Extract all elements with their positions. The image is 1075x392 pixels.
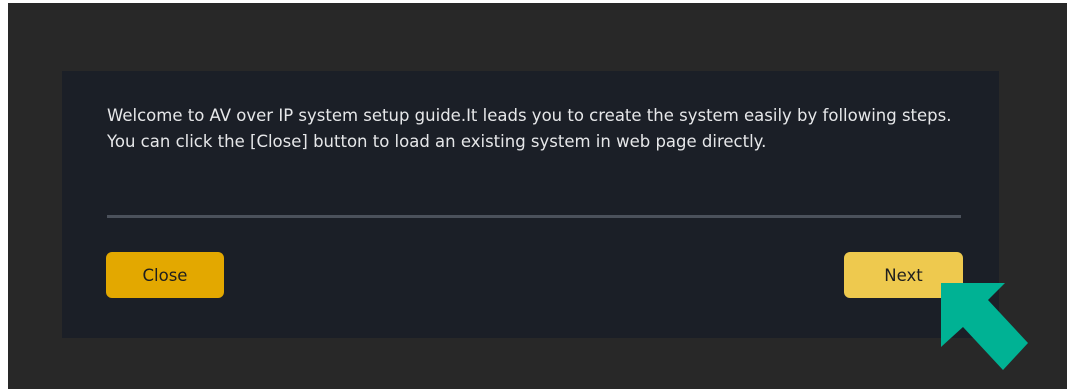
welcome-text: Welcome to AV over IP system setup guide… [107,106,952,125]
close-button[interactable]: Close [106,252,224,298]
dialog-message: Welcome to AV over IP system setup guide… [107,103,967,155]
arrow-up-left-icon [941,283,1028,370]
setup-guide-dialog: Welcome to AV over IP system setup guide… [62,71,999,338]
app-screen: Welcome to AV over IP system setup guide… [8,3,1067,389]
dialog-divider [107,215,961,218]
close-hint-text: You can click the [Close] button to load… [107,132,767,151]
